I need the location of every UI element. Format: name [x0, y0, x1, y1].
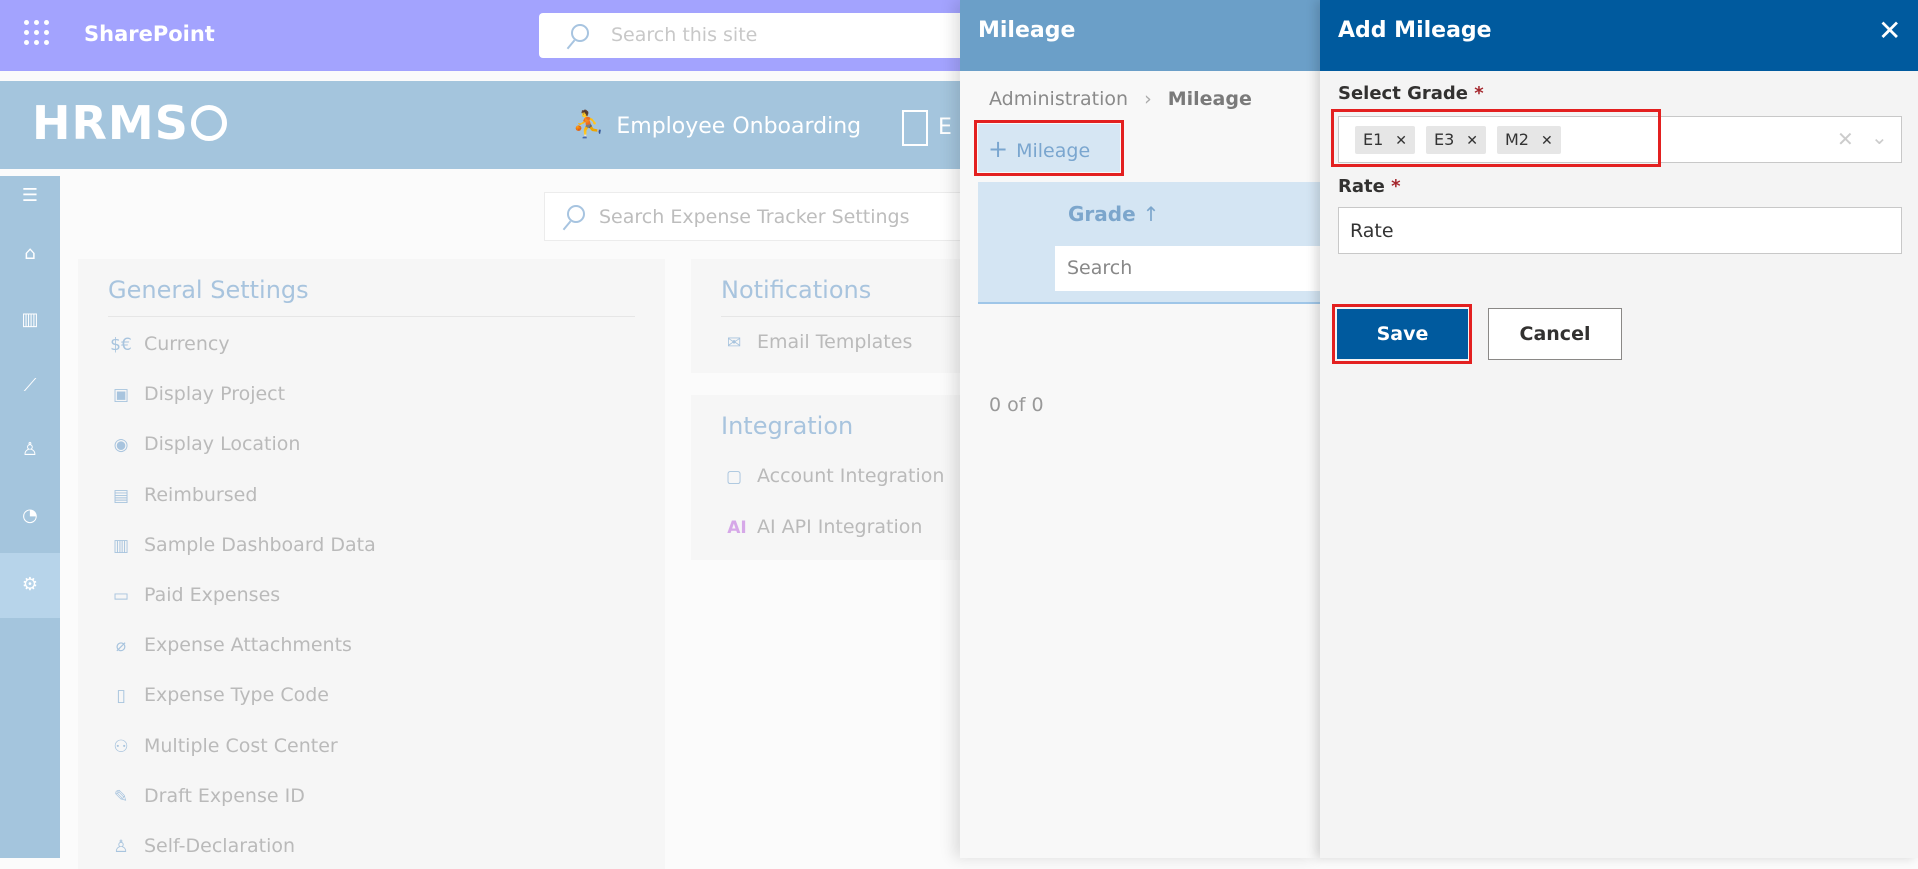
setting-label: Self-Declaration [144, 835, 296, 857]
add-mileage-panel: Add Mileage ✕ Select Grade * E1 ✕ E3 ✕ M2 ✕… [1320, 0, 1918, 858]
app-name[interactable]: SharePoint [84, 22, 215, 46]
cancel-button[interactable]: Cancel [1488, 308, 1622, 360]
card-title: Integration [721, 412, 854, 440]
divider [721, 316, 971, 317]
hrms-logo[interactable]: HRMS [32, 96, 227, 150]
home-icon[interactable]: ⌂ [18, 242, 42, 266]
general-settings-card: General Settings $€ Currency ▣ Display Proj… [78, 259, 665, 869]
settings-item[interactable]: ▥ Sample Dashboard Data [108, 534, 376, 556]
settings-item[interactable]: ▭ Paid Expenses [108, 584, 280, 606]
gear-icon[interactable]: ⚙ [18, 573, 42, 597]
grade-filter-input[interactable]: Search [1055, 246, 1320, 291]
search-placeholder: Search this site [611, 24, 758, 46]
setting-icon: ♙ [113, 837, 129, 857]
user-settings-icon[interactable]: ♙ [18, 438, 42, 462]
settings-item[interactable]: ▤ Reimbursed [108, 484, 257, 506]
setting-label: Currency [144, 333, 230, 355]
search-placeholder: Search Expense Tracker Settings [599, 206, 910, 228]
divider [108, 316, 635, 317]
left-sidebar: ☰ ⌂ ▥ ⟋ ♙ ◔ ⚙ [0, 176, 60, 858]
card-title: General Settings [108, 276, 309, 304]
rate-label: Rate * [1338, 176, 1401, 197]
setting-icon: ▭ [112, 586, 130, 606]
settings-item[interactable]: ♙ Self-Declaration [108, 835, 295, 857]
account-icon: ▢ [725, 467, 743, 487]
breadcrumb-administration[interactable]: Administration [989, 88, 1128, 110]
nav-employee-onboarding[interactable]: ⛹ Employee Onboarding [572, 110, 861, 140]
paging-status: 0 of 0 [989, 394, 1044, 416]
setting-label: Paid Expenses [144, 584, 281, 606]
search-icon [571, 24, 589, 42]
setting-icon: ⌀ [115, 636, 127, 657]
setting-icon: ▥ [112, 535, 130, 556]
nav-directory[interactable]: E [902, 110, 952, 146]
settings-item-email-templates[interactable]: ✉ Email Templates [721, 331, 912, 353]
breadcrumb: Administration › Mileage [989, 88, 1252, 110]
plus-icon: + [988, 135, 1009, 163]
mileage-panel-header: Mileage [960, 0, 1320, 71]
settings-item[interactable]: ▯ Expense Type Code [108, 684, 329, 706]
chevron-down-icon[interactable]: ⌄ [1871, 125, 1888, 149]
save-button[interactable]: Save [1337, 309, 1468, 359]
panel-title: Add Mileage [1338, 18, 1492, 43]
sort-ascending-icon: ↑ [1142, 202, 1160, 226]
grid-header: Grade ↑ Search [978, 182, 1320, 304]
ai-icon: AI [727, 518, 747, 538]
setting-label: Draft Expense ID [144, 784, 305, 807]
settings-item[interactable]: ✎ Draft Expense ID [108, 785, 305, 807]
directory-icon [902, 110, 928, 146]
highlight-box [1331, 109, 1661, 167]
chevron-right-icon: › [1144, 88, 1152, 110]
setting-icon: ▤ [112, 485, 130, 506]
card-title: Notifications [721, 276, 872, 304]
breadcrumb-mileage: Mileage [1167, 88, 1252, 110]
settings-item[interactable]: ⚇ Multiple Cost Center [108, 734, 338, 757]
email-template-icon: ✉ [726, 333, 742, 353]
search-icon [567, 205, 585, 223]
setting-label: Display Project [144, 383, 286, 406]
integration-card: Integration ▢ Account Integration AI AI AP… [691, 395, 971, 560]
select-grade-label: Select Grade * [1338, 83, 1484, 104]
settings-item[interactable]: ◉ Display Location [108, 433, 301, 456]
setting-label: Sample Dashboard Data [144, 533, 376, 556]
column-header-grade[interactable]: Grade ↑ [1068, 202, 1159, 226]
notifications-card: Notifications ✉ Email Templates [691, 259, 971, 373]
logo-user-icon [190, 104, 227, 141]
close-icon[interactable]: ✕ [1878, 14, 1901, 47]
setting-icon: ⚇ [113, 736, 129, 757]
settings-item-account-integration[interactable]: ▢ Account Integration [721, 465, 944, 487]
hamburger-icon[interactable]: ☰ [18, 184, 42, 208]
setting-icon: ◉ [113, 435, 129, 456]
settings-item[interactable]: ⌀ Expense Attachments [108, 634, 352, 656]
chart-icon[interactable]: ⟋ [18, 374, 42, 398]
settings-item[interactable]: ▣ Display Project [108, 383, 285, 405]
settings-search-input[interactable]: Search Expense Tracker Settings [544, 192, 974, 241]
setting-label: Multiple Cost Center [144, 734, 338, 757]
app-launcher-icon[interactable] [24, 20, 50, 46]
clear-selection-icon[interactable]: ✕ [1837, 127, 1854, 151]
setting-label: Display Location [144, 433, 301, 456]
setting-icon: ▣ [112, 385, 130, 406]
setting-icon: ✎ [113, 786, 129, 807]
add-mileage-button[interactable]: + Mileage [978, 124, 1120, 172]
setting-icon: $€ [110, 335, 132, 355]
rate-input[interactable]: Rate [1338, 207, 1902, 254]
palette-icon[interactable]: ◔ [18, 504, 42, 528]
dashboard-icon[interactable]: ▥ [18, 308, 42, 332]
setting-label: Expense Attachments [144, 634, 352, 657]
settings-item-ai-api-integration[interactable]: AI AI API Integration [727, 516, 922, 538]
panel-title: Mileage [978, 18, 1076, 43]
settings-item[interactable]: $€ Currency [108, 333, 230, 355]
onboarding-icon: ⛹ [572, 110, 605, 140]
add-mileage-header: Add Mileage ✕ [1320, 0, 1918, 71]
setting-label: Expense Type Code [144, 684, 329, 707]
setting-icon: ▯ [116, 686, 126, 707]
mileage-panel: Mileage Administration › Mileage + Mileag… [960, 0, 1320, 858]
setting-label: Reimbursed [144, 483, 258, 506]
